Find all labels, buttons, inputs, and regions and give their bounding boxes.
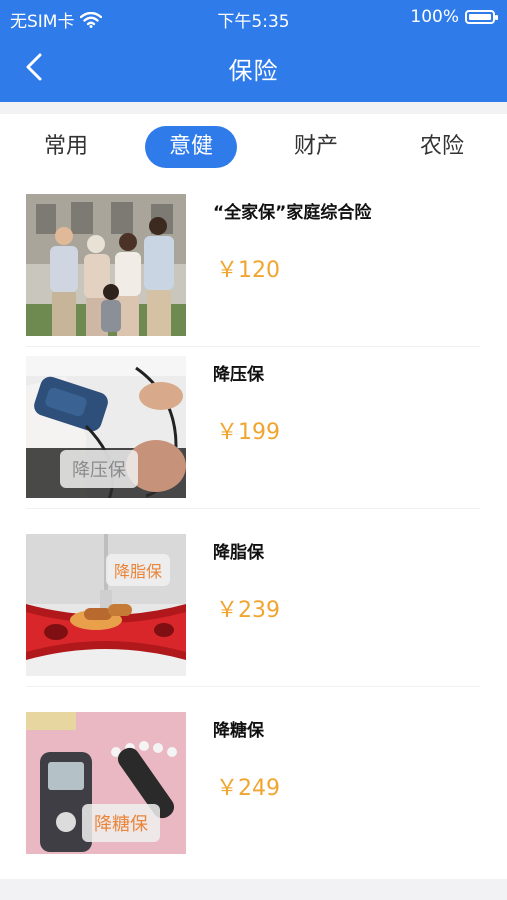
list-item[interactable]: 降糖保 降糖保 ￥249 <box>26 702 480 864</box>
image-overlay-label: 降脂保 <box>106 554 171 586</box>
tab-意健[interactable]: 意健 <box>145 126 237 168</box>
item-title: “全家保”家庭综合险 <box>213 203 372 223</box>
app-header: 无SIM卡 下午5:35 100% 保险 <box>0 0 507 102</box>
item-price: ￥249 <box>216 776 280 801</box>
blood-pressure-photo: 降压保 <box>26 356 186 498</box>
tab-常用[interactable]: 常用 <box>30 126 102 168</box>
item-price: ￥199 <box>216 420 280 445</box>
tab-农险[interactable]: 农险 <box>406 126 478 168</box>
nav-bar: 保险 <box>0 40 507 96</box>
main-content: 常用 意健 财产 农险 “全家保”家庭综合险 ￥120 降压保 降压保 ￥199… <box>0 114 507 879</box>
battery-icon <box>465 10 498 24</box>
item-price: ￥120 <box>216 258 280 283</box>
item-title: 降糖保 <box>213 721 264 741</box>
category-tabs: 常用 意健 财产 农险 <box>0 126 507 170</box>
list-item[interactable]: 降脂保 降脂保 ￥239 <box>26 524 480 687</box>
image-overlay-label: 降糖保 <box>82 804 160 842</box>
item-price: ￥239 <box>216 598 280 623</box>
status-bar: 无SIM卡 下午5:35 100% <box>0 0 507 36</box>
artery-fat-photo: 降脂保 <box>26 534 186 676</box>
item-title: 降脂保 <box>213 543 264 563</box>
status-right: 100% <box>410 7 498 27</box>
glucose-meter-photo: 降糖保 <box>26 712 186 854</box>
family-photo <box>26 194 186 336</box>
tab-财产[interactable]: 财产 <box>280 126 352 168</box>
list-item[interactable]: 降压保 降压保 ￥199 <box>26 346 480 509</box>
battery-percent: 100% <box>410 7 459 27</box>
image-overlay-label: 降压保 <box>60 450 138 488</box>
page-title: 保险 <box>228 57 279 85</box>
item-title: 降压保 <box>213 365 264 385</box>
bottom-spacer <box>0 879 507 900</box>
list-item[interactable]: “全家保”家庭综合险 ￥120 <box>26 184 480 347</box>
